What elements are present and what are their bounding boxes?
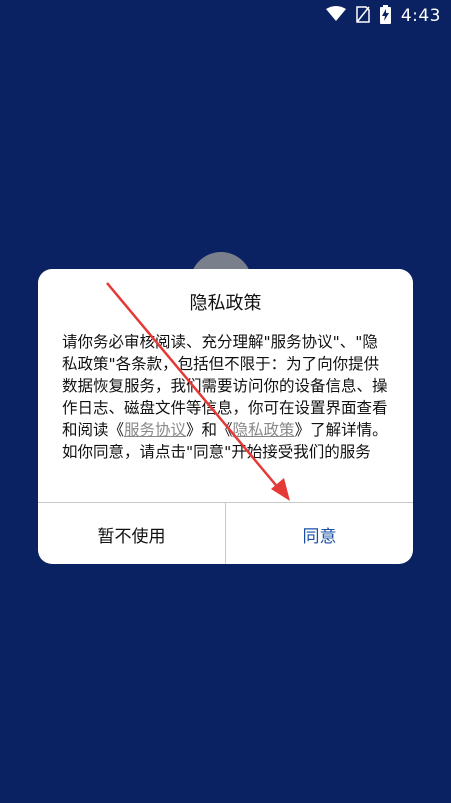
privacy-dialog: 隐私政策 请你务必审核阅读、充分理解"服务协议"、"隐私政策"各条款，包括但不限… — [38, 269, 413, 564]
dialog-title: 隐私政策 — [189, 293, 262, 314]
status-bar: 4:43 — [0, 0, 451, 32]
privacy-policy-link[interactable]: 隐私政策 — [233, 421, 295, 439]
status-time: 4:43 — [400, 6, 441, 26]
wifi-icon — [325, 6, 346, 26]
body-between: 》和《 — [186, 421, 233, 439]
dialog-body: 请你务必审核阅读、充分理解"服务协议"、"隐私政策"各条款，包括但不限于：为了向… — [62, 331, 391, 463]
agree-button[interactable]: 同意 — [226, 503, 413, 564]
no-sim-icon — [356, 5, 370, 27]
dialog-buttons: 暂不使用 同意 — [38, 502, 413, 564]
battery-charging-icon — [379, 4, 391, 28]
service-agreement-link[interactable]: 服务协议 — [124, 421, 186, 439]
decline-button[interactable]: 暂不使用 — [38, 503, 226, 564]
